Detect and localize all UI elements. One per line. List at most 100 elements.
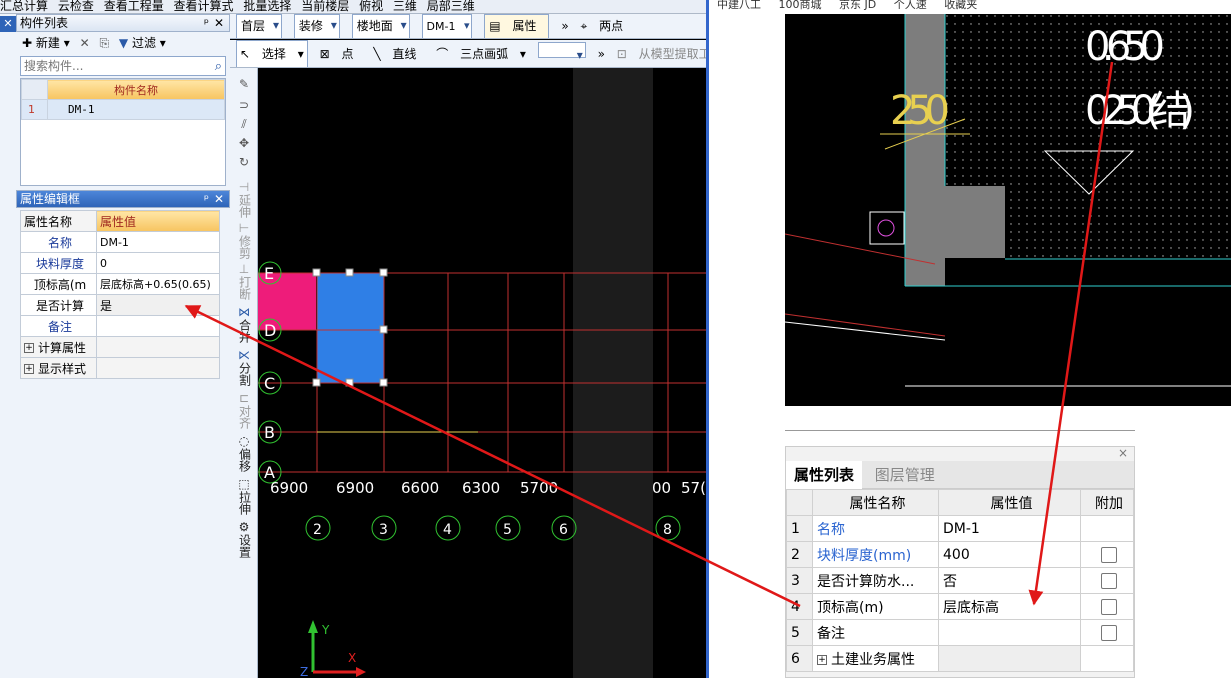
type-select[interactable]: 楼地面 <box>351 14 410 38</box>
extra-checkbox[interactable] <box>1101 546 1117 563</box>
category-select[interactable]: 装修 <box>293 14 340 38</box>
trim-button[interactable]: ⊢ 修剪 <box>230 222 258 260</box>
prop-row[interactable]: 名称 DM-1 <box>20 231 220 253</box>
expand-icon[interactable]: + <box>817 654 827 665</box>
prop-group-row[interactable]: + 计算属性 <box>20 336 220 358</box>
extra-checkbox[interactable] <box>1101 624 1117 641</box>
drawing-canvas[interactable]: 首层 装修 楼地面 DM-1 ▤ 属性 » ⌖ 两点 ↖ 选择 ▾ ⊠ 点 ╲ … <box>230 14 706 678</box>
tab-property-list[interactable]: 属性列表 <box>786 461 863 489</box>
break-button[interactable]: ⊥ 打断 <box>230 263 258 301</box>
table-row[interactable]: 2 块料厚度(mm) 400 <box>786 541 1134 568</box>
align-button[interactable]: ⊏ 对齐 <box>230 392 258 430</box>
line-button[interactable]: ╲ 直线 <box>373 41 424 67</box>
bookmark[interactable]: 收藏夹 <box>944 0 977 11</box>
table-row[interactable]: 5 备注 <box>786 619 1134 646</box>
close-icon[interactable]: ✕ <box>214 15 224 31</box>
close-icon[interactable]: ✕ <box>214 191 224 207</box>
bookmark[interactable]: 京东 JD <box>839 0 876 11</box>
prop-name: 备注 <box>20 315 97 337</box>
table-row[interactable]: 6 + 土建业务属性 <box>786 645 1134 672</box>
prop-value[interactable]: 层底标高+0.65(0.65) <box>96 273 220 295</box>
split-button[interactable]: ⋉ 分割 <box>230 349 258 387</box>
move-icon[interactable]: ✥ <box>230 137 258 150</box>
axis-col-label: 6 <box>559 522 568 538</box>
arc-mode-select[interactable] <box>537 42 586 67</box>
prop-value[interactable]: DM-1 <box>96 231 220 253</box>
offset-icon[interactable]: ⊃ <box>230 99 258 112</box>
more-icon[interactable]: » <box>561 15 568 38</box>
search-icon[interactable]: ⌕ <box>215 58 222 76</box>
view-formula-button[interactable]: 查看计算式 <box>174 0 234 12</box>
offset-button[interactable]: ◌ 偏移 <box>230 435 258 473</box>
selected-floor-area[interactable] <box>317 273 384 383</box>
summary-calc-button[interactable]: 汇总计算 <box>0 0 48 12</box>
merge-button[interactable]: ⋈ 合并 <box>230 306 258 344</box>
prop-value[interactable] <box>96 315 220 337</box>
ucs-x-label: X <box>348 651 356 665</box>
table-row[interactable]: 1 名称 DM-1 <box>786 515 1134 542</box>
rotate-icon[interactable]: ↻ <box>230 156 258 169</box>
extract-quantity-button[interactable]: ⊡ 从模型提取工程量 <box>617 41 706 67</box>
expand-icon[interactable]: + <box>24 364 34 374</box>
row-num: 1 <box>786 515 813 542</box>
grey-column <box>905 14 945 286</box>
prop-row[interactable]: 是否计算 是 <box>20 294 220 316</box>
bookmark[interactable]: 中建八工 <box>717 0 761 11</box>
properties-button[interactable]: ▤ 属性 <box>484 14 550 38</box>
pen-icon[interactable]: ✎ <box>230 78 258 91</box>
cad-drawing[interactable]: E D C B A 6900 6900 6600 6300 5700 00 57… <box>258 68 706 678</box>
point-button[interactable]: ⊠ 点 <box>320 41 362 67</box>
view-quantity-button[interactable]: 查看工程量 <box>104 0 164 12</box>
row-value[interactable]: 层底标高 <box>938 593 1081 620</box>
two-point-button[interactable]: ⌖ 两点 <box>580 15 631 38</box>
pin-icon[interactable]: ᵖ <box>204 191 209 207</box>
settings-button[interactable]: ⚙ 设置 <box>230 521 258 559</box>
close-icon[interactable]: ✕ <box>0 16 16 32</box>
prop-value[interactable]: 是 <box>96 294 220 316</box>
row-value[interactable]: 400 <box>938 541 1081 568</box>
extra-checkbox[interactable] <box>1101 598 1117 615</box>
stretch-button[interactable]: ⬚ 拉伸 <box>230 478 258 516</box>
expand-icon[interactable]: + <box>24 343 34 353</box>
select-button[interactable]: ↖ 选择 ▾ <box>236 40 308 67</box>
prop-row[interactable]: 备注 <box>20 315 220 337</box>
prop-group-row[interactable]: + 显示样式 <box>20 357 220 379</box>
prop-row[interactable]: 块料厚度 0 <box>20 252 220 274</box>
filter-button[interactable]: ▼ 过滤 ▾ <box>119 36 166 50</box>
component-select[interactable]: DM-1 <box>421 14 473 38</box>
row-value[interactable]: 否 <box>938 567 1081 594</box>
prop-header-name: 属性名称 <box>20 210 97 232</box>
component-search-input[interactable]: 搜索构件... ⌕ <box>20 56 226 76</box>
table-row[interactable]: 4 顶标高(m) 层底标高 <box>786 593 1134 620</box>
more-icon[interactable]: » <box>598 41 605 67</box>
3d-button[interactable]: 三维 <box>393 0 417 12</box>
bookmark[interactable]: 100商城 <box>779 0 822 11</box>
bookmark[interactable]: 个人速 <box>894 0 927 11</box>
new-button[interactable]: ✚ 新建 ▾ <box>22 36 70 50</box>
extra-checkbox[interactable] <box>1101 572 1117 589</box>
extend-button[interactable]: ⊣ 延伸 <box>230 181 258 219</box>
arc-button[interactable]: ⌒ 三点画弧 ▾ <box>436 41 526 67</box>
pin-icon[interactable]: ᵖ <box>204 15 209 31</box>
table-row[interactable]: 3 是否计算防水... 否 <box>786 567 1134 594</box>
copy-icon[interactable]: ⎘ <box>99 36 109 50</box>
header-value: 属性值 <box>938 489 1081 516</box>
mirror-icon[interactable]: ⫽ <box>230 118 258 131</box>
floor-select[interactable]: 首层 <box>236 14 283 38</box>
top-view-button[interactable]: 俯视 <box>359 0 383 12</box>
row-value[interactable] <box>938 619 1081 646</box>
cad-detail-view[interactable]: 250 0.650 0.250(结) <box>785 14 1231 406</box>
local-3d-button[interactable]: 局部三维 <box>427 0 475 12</box>
tab-layer-manage[interactable]: 图层管理 <box>867 461 943 489</box>
current-floor-select[interactable]: 当前楼层 <box>301 0 349 12</box>
prop-row[interactable]: 顶标高(m 层底标高+0.65(0.65) <box>20 273 220 295</box>
delete-icon[interactable]: ✕ <box>80 36 90 50</box>
stretch-label: 拉伸 <box>237 491 252 515</box>
batch-select-button[interactable]: 批量选择 <box>243 0 291 12</box>
prop-value[interactable]: 0 <box>96 252 220 274</box>
close-icon[interactable]: × <box>786 447 1134 461</box>
list-item[interactable]: 1 DM-1 <box>21 99 225 120</box>
row-value[interactable]: DM-1 <box>938 515 1081 542</box>
cloud-check-button[interactable]: 云检查 <box>58 0 94 12</box>
tabs: 属性列表 图层管理 <box>786 461 1134 489</box>
